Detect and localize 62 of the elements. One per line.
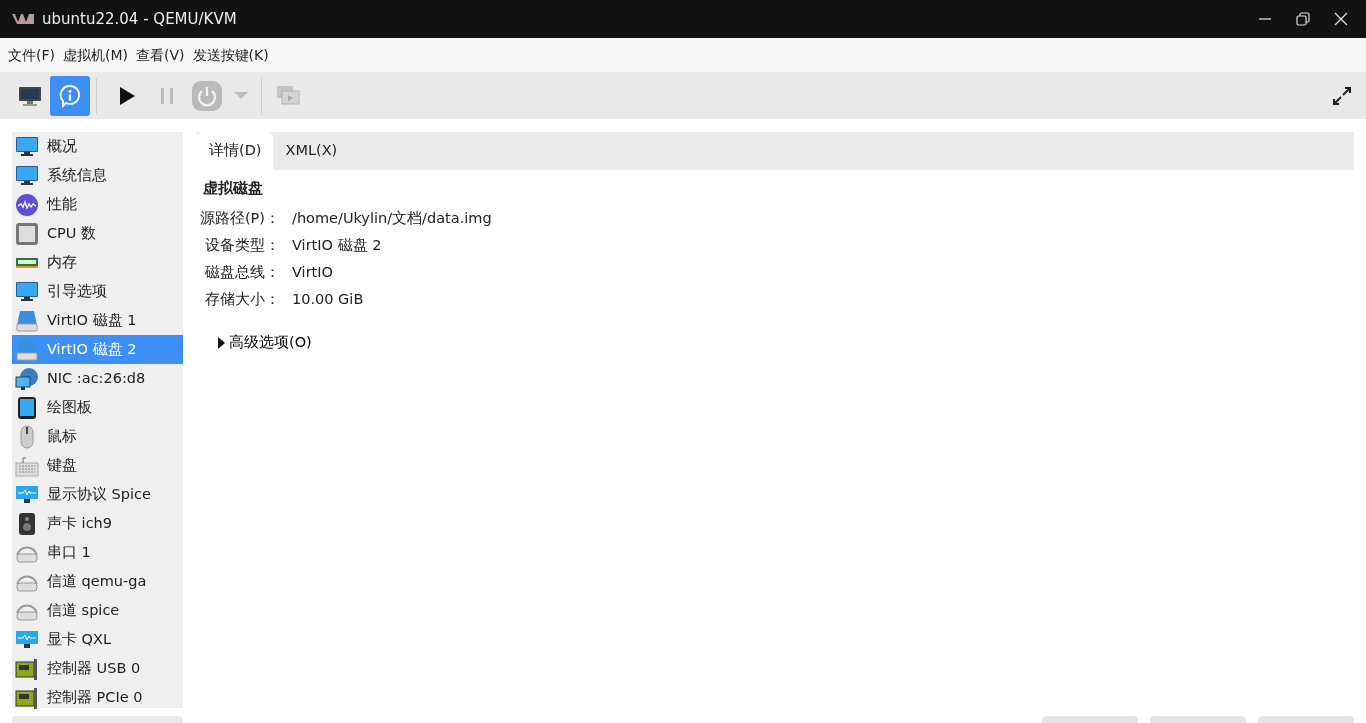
partial-button[interactable] — [1258, 716, 1354, 723]
tab[interactable]: 详情(D) — [197, 132, 274, 170]
monitor-icon — [15, 163, 39, 188]
field-label: 源路径(P)： — [198, 209, 281, 229]
window-title: ubuntu22.04 - QEMU/KVM — [42, 8, 237, 30]
expansion-card-icon — [15, 685, 39, 710]
partial-button[interactable] — [1150, 716, 1246, 723]
restore-icon[interactable] — [1296, 12, 1310, 26]
sidebar-item[interactable]: 显卡 QXL — [12, 625, 183, 654]
sidebar-item[interactable]: 引导选项 — [12, 277, 183, 306]
pause-icon — [159, 86, 175, 105]
menu-item[interactable]: 虚拟机(M) — [59, 44, 132, 66]
screens-icon — [276, 84, 300, 107]
drive-icon — [15, 308, 39, 333]
sidebar-item[interactable]: 性能 — [12, 190, 183, 219]
sidebar-item[interactable]: 串口 1 — [12, 538, 183, 567]
field-value: VirtIO 磁盘 2 — [292, 236, 382, 256]
expansion-card-icon — [15, 656, 39, 681]
field-label: 存储大小： — [204, 290, 281, 310]
sidebar-item[interactable]: 系统信息 — [12, 161, 183, 190]
menu-item[interactable]: 文件(F) — [4, 44, 59, 66]
monitor-icon — [15, 279, 39, 304]
caret-icon — [234, 91, 248, 100]
network-icon — [15, 366, 39, 391]
field-label: 磁盘总线： — [204, 263, 281, 283]
field-label: 设备类型： — [204, 236, 281, 256]
sidebar-item[interactable]: 控制器 PCIe 0 — [12, 683, 183, 712]
sidebar-item[interactable]: 绘图板 — [12, 393, 183, 422]
sidebar-item[interactable]: 显示协议 Spice — [12, 480, 183, 509]
menu-item[interactable]: 查看(V) — [132, 44, 189, 66]
app-logo-icon — [12, 14, 34, 24]
sidebar-item[interactable]: 键盘 — [12, 451, 183, 480]
sidebar-item[interactable]: 控制器 USB 0 — [12, 654, 183, 683]
waveform-icon — [15, 192, 39, 217]
sidebar-item[interactable]: 内存 — [12, 248, 183, 277]
power-icon — [192, 80, 222, 111]
fullscreen-icon[interactable] — [1332, 86, 1352, 106]
sidebar-item[interactable]: 声卡 ich9 — [12, 509, 183, 538]
tablet-icon — [15, 395, 39, 420]
sidebar-item[interactable]: 信道 spice — [12, 596, 183, 625]
sidebar-item[interactable]: VirtIO 磁盘 1 — [12, 306, 183, 335]
monitor-icon — [15, 134, 39, 159]
collapsed-arrow-icon — [217, 336, 225, 349]
close-icon[interactable] — [1334, 12, 1348, 26]
monitor-icon — [18, 84, 42, 107]
tab[interactable]: XML(X) — [273, 132, 350, 170]
sidebar-item[interactable]: 概况 — [12, 132, 183, 161]
drive-icon — [15, 337, 39, 362]
sidebar-item[interactable]: NIC :ac:26:d8 — [12, 364, 183, 393]
expander[interactable]: 高级选项(O) — [217, 331, 312, 354]
play-icon — [118, 85, 136, 106]
menu-item[interactable]: 发送按键(K) — [188, 44, 273, 66]
field-value: /home/Ukylin/文档/data.img — [292, 209, 492, 229]
field-value: 10.00 GiB — [292, 290, 364, 310]
field-value: VirtIO — [292, 263, 333, 283]
sidebar-item[interactable]: CPU 数 — [12, 219, 183, 248]
section-heading: 虚拟磁盘 — [203, 179, 264, 198]
chip-icon — [15, 221, 39, 246]
sidebar-item[interactable]: 信道 qemu-ga — [12, 567, 183, 596]
partial-button[interactable] — [1042, 716, 1138, 723]
sidebar-item[interactable]: 鼠标 — [12, 422, 183, 451]
info-icon — [58, 83, 82, 108]
